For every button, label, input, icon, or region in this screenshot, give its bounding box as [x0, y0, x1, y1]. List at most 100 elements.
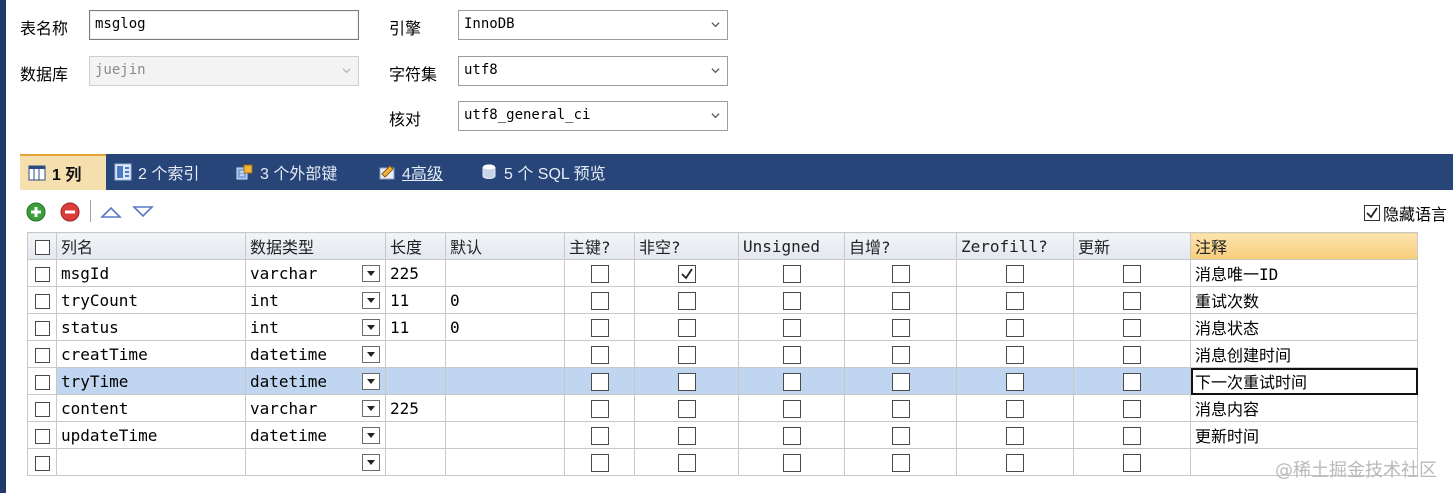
row-select-checkbox[interactable] — [34, 428, 50, 444]
header-column-name[interactable]: 列名 — [56, 232, 246, 260]
type-dropdown-icon[interactable] — [362, 400, 380, 417]
default-cell[interactable] — [445, 448, 565, 476]
zerofill-checkbox[interactable] — [1006, 453, 1024, 472]
row-select-checkbox[interactable] — [34, 266, 50, 282]
primary-key-checkbox[interactable] — [590, 345, 609, 364]
comment-cell[interactable]: 更新时间 — [1190, 421, 1418, 449]
auto-increment-checkbox[interactable] — [891, 318, 910, 337]
zerofill-cell[interactable] — [956, 367, 1074, 395]
data-type-cell[interactable] — [245, 448, 386, 476]
zerofill-checkbox[interactable] — [1006, 372, 1024, 391]
primary-key-checkbox[interactable] — [590, 318, 609, 337]
hide-language-checkbox[interactable] — [1364, 205, 1380, 221]
unsigned-checkbox[interactable] — [782, 372, 801, 391]
length-cell[interactable] — [385, 367, 446, 395]
zerofill-cell[interactable] — [956, 313, 1074, 341]
type-dropdown-icon[interactable] — [362, 373, 380, 390]
data-type-cell[interactable]: datetime — [245, 421, 386, 449]
auto-increment-checkbox[interactable] — [891, 399, 910, 418]
table-row[interactable]: tryTime datetime 下一次重试时间 — [27, 367, 1418, 395]
unsigned-checkbox[interactable] — [782, 264, 801, 283]
auto-increment-cell[interactable] — [844, 340, 957, 368]
not-null-cell[interactable] — [634, 340, 739, 368]
row-select-cell[interactable] — [27, 448, 57, 476]
auto-increment-cell[interactable] — [844, 259, 957, 287]
primary-key-cell[interactable] — [564, 286, 635, 314]
unsigned-checkbox[interactable] — [782, 291, 801, 310]
update-cell[interactable] — [1073, 394, 1191, 422]
header-data-type[interactable]: 数据类型 — [245, 232, 386, 260]
not-null-cell[interactable] — [634, 394, 739, 422]
update-cell[interactable] — [1073, 259, 1191, 287]
column-name-cell[interactable]: status — [56, 313, 246, 341]
update-cell[interactable] — [1073, 448, 1191, 476]
not-null-checkbox[interactable] — [677, 291, 696, 310]
remove-column-icon[interactable] — [60, 202, 80, 222]
auto-increment-checkbox[interactable] — [891, 264, 910, 283]
tab-advanced[interactable]: 4高级 — [370, 154, 472, 190]
update-checkbox[interactable] — [1123, 291, 1141, 310]
table-row[interactable]: creatTime datetime 消息创建时间 — [27, 340, 1418, 368]
auto-increment-cell[interactable] — [844, 394, 957, 422]
update-checkbox[interactable] — [1123, 426, 1141, 445]
data-type-cell[interactable]: int — [245, 286, 386, 314]
tab-indexes[interactable]: 2 个索引 — [106, 154, 228, 190]
primary-key-cell[interactable] — [564, 367, 635, 395]
not-null-checkbox[interactable] — [677, 318, 696, 337]
charset-select[interactable]: utf8 — [458, 56, 728, 86]
column-name-cell[interactable]: msgId — [56, 259, 246, 287]
table-name-input[interactable]: msglog — [89, 10, 359, 40]
table-row[interactable] — [27, 448, 1418, 476]
not-null-checkbox[interactable] — [677, 399, 696, 418]
column-name-cell[interactable]: updateTime — [56, 421, 246, 449]
column-name-cell[interactable]: content — [56, 394, 246, 422]
table-row[interactable]: tryCount int 11 0 重试次数 — [27, 286, 1418, 314]
unsigned-cell[interactable] — [738, 421, 845, 449]
primary-key-checkbox[interactable] — [590, 372, 609, 391]
not-null-cell[interactable] — [634, 259, 739, 287]
zerofill-checkbox[interactable] — [1006, 345, 1024, 364]
unsigned-checkbox[interactable] — [782, 453, 801, 472]
unsigned-checkbox[interactable] — [782, 318, 801, 337]
auto-increment-checkbox[interactable] — [891, 372, 910, 391]
unsigned-cell[interactable] — [738, 448, 845, 476]
update-cell[interactable] — [1073, 340, 1191, 368]
unsigned-checkbox[interactable] — [782, 399, 801, 418]
row-select-checkbox[interactable] — [34, 401, 50, 417]
not-null-cell[interactable] — [634, 367, 739, 395]
comment-cell[interactable]: 重试次数 — [1190, 286, 1418, 314]
header-default[interactable]: 默认 — [445, 232, 565, 260]
update-checkbox[interactable] — [1123, 453, 1141, 472]
row-select-checkbox[interactable] — [34, 374, 50, 390]
engine-select[interactable]: InnoDB — [458, 10, 728, 40]
unsigned-cell[interactable] — [738, 313, 845, 341]
zerofill-cell[interactable] — [956, 340, 1074, 368]
auto-increment-checkbox[interactable] — [891, 426, 910, 445]
type-dropdown-icon[interactable] — [362, 346, 380, 363]
auto-increment-cell[interactable] — [844, 421, 957, 449]
default-cell[interactable] — [445, 259, 565, 287]
length-cell[interactable] — [385, 421, 446, 449]
move-up-icon[interactable] — [100, 202, 122, 222]
type-dropdown-icon[interactable] — [362, 292, 380, 309]
header-length[interactable]: 长度 — [385, 232, 446, 260]
not-null-cell[interactable] — [634, 448, 739, 476]
header-zerofill[interactable]: Zerofill? — [956, 232, 1074, 260]
comment-cell[interactable]: 下一次重试时间 — [1190, 367, 1418, 395]
zerofill-cell[interactable] — [956, 448, 1074, 476]
table-row[interactable]: updateTime datetime 更新时间 — [27, 421, 1418, 449]
zerofill-cell[interactable] — [956, 286, 1074, 314]
database-select[interactable]: juejin — [89, 56, 359, 86]
not-null-checkbox[interactable] — [677, 453, 696, 472]
primary-key-checkbox[interactable] — [590, 426, 609, 445]
row-select-checkbox[interactable] — [34, 455, 50, 471]
update-cell[interactable] — [1073, 367, 1191, 395]
auto-increment-checkbox[interactable] — [891, 345, 910, 364]
not-null-checkbox[interactable] — [677, 345, 696, 364]
unsigned-checkbox[interactable] — [782, 345, 801, 364]
select-all-checkbox[interactable] — [34, 239, 50, 255]
not-null-cell[interactable] — [634, 286, 739, 314]
zerofill-checkbox[interactable] — [1006, 399, 1024, 418]
type-dropdown-icon[interactable] — [362, 319, 380, 336]
table-row[interactable]: content varchar 225 消息内容 — [27, 394, 1418, 422]
